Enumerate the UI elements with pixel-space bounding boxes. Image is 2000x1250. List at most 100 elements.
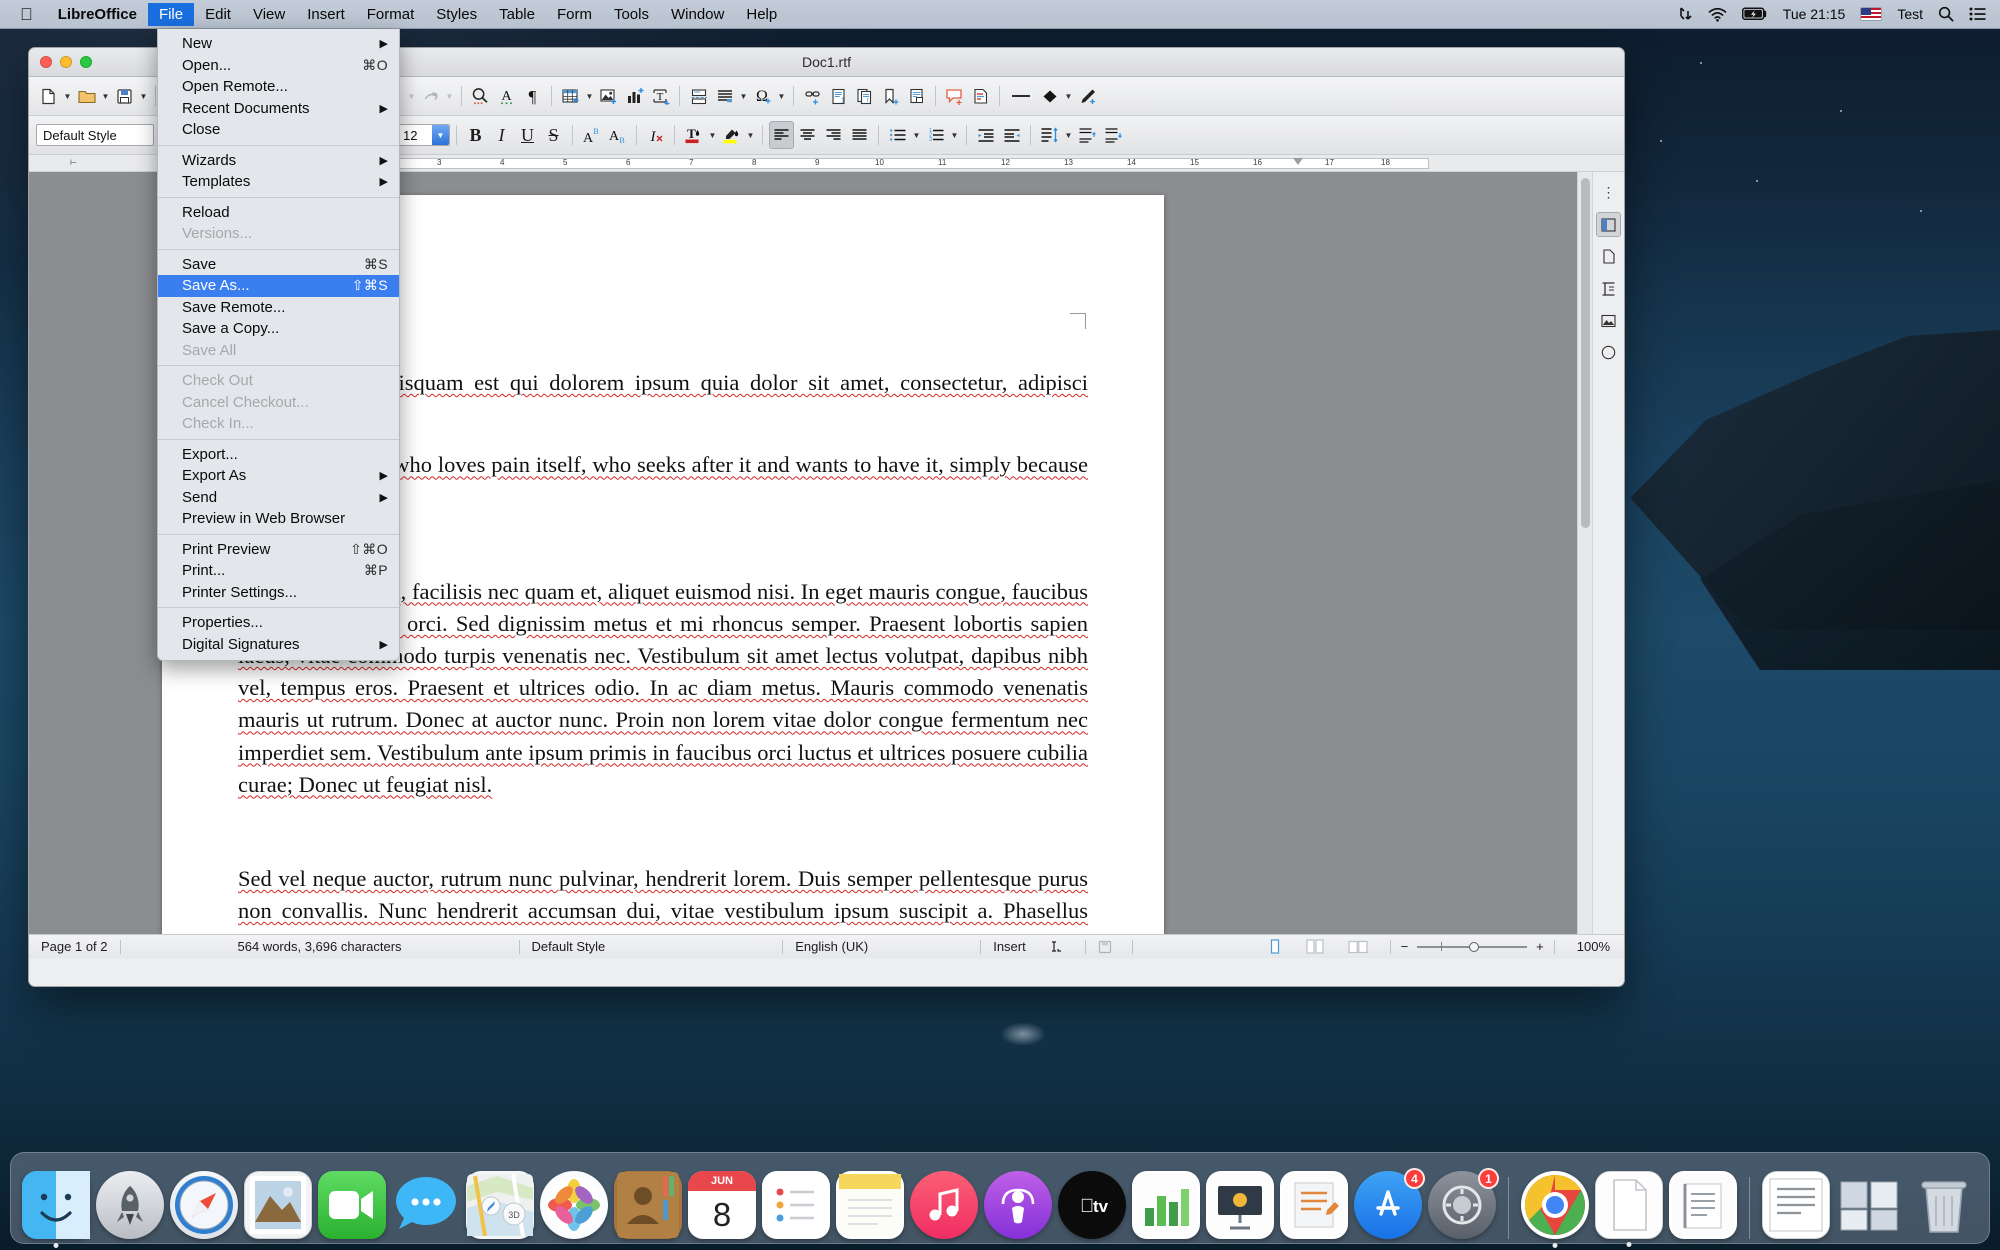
insert-field-caret[interactable]: ▼ — [738, 82, 749, 110]
menu-item-preview-in-web-browser[interactable]: Preview in Web Browser — [158, 508, 399, 530]
dock-item-appletv[interactable]: tv — [1058, 1171, 1126, 1239]
align-center-button[interactable] — [795, 121, 820, 149]
align-right-button[interactable] — [821, 121, 846, 149]
insert-table-button[interactable] — [558, 82, 583, 110]
menu-item-print-preview[interactable]: Print Preview ⇧⌘O — [158, 539, 399, 561]
menubar-item-form[interactable]: Form — [546, 3, 603, 26]
unordered-list-caret[interactable]: ▼ — [911, 121, 922, 149]
menu-item-reload[interactable]: Reload — [158, 202, 399, 224]
zoom-level[interactable]: 100% — [1565, 939, 1624, 955]
decrease-indent-button[interactable] — [999, 121, 1024, 149]
clear-formatting-button[interactable]: I — [643, 121, 668, 149]
status-word-count[interactable]: 564 words, 3,696 characters — [226, 939, 414, 955]
menu-item-open[interactable]: Open... ⌘O — [158, 55, 399, 77]
font-size-caret[interactable]: ▼ — [432, 125, 449, 145]
dock-item-music[interactable] — [910, 1171, 978, 1239]
search-icon[interactable] — [1938, 6, 1954, 22]
dock-item-podcasts[interactable] — [984, 1171, 1052, 1239]
dock-item-launchpad[interactable] — [96, 1171, 164, 1239]
insert-footnote-button[interactable]: 1 — [826, 82, 851, 110]
dock-item-contacts[interactable] — [614, 1171, 682, 1239]
undo-caret[interactable]: ▼ — [406, 82, 417, 110]
vertical-scrollbar-thumb[interactable] — [1581, 178, 1590, 528]
menubar-item-help[interactable]: Help — [735, 3, 788, 26]
menu-item-close[interactable]: Close — [158, 119, 399, 141]
highlight-color-button[interactable] — [719, 121, 744, 149]
menu-item-save[interactable]: Save ⌘S — [158, 254, 399, 276]
ordered-list-caret[interactable]: ▼ — [949, 121, 960, 149]
zoom-in-button[interactable]: + — [1536, 939, 1544, 955]
dock-item-app-store[interactable]: 4 — [1354, 1171, 1422, 1239]
dock-item-maps[interactable]: 3D — [466, 1171, 534, 1239]
font-size-combobox[interactable]: 12 ▼ — [396, 124, 450, 146]
menu-item-wizards[interactable]: Wizards ▶ — [158, 150, 399, 172]
open-document-button[interactable] — [74, 82, 99, 110]
line-spacing-caret[interactable]: ▼ — [1063, 121, 1074, 149]
menubar-item-view[interactable]: View — [242, 3, 296, 26]
menubar-app-name[interactable]: LibreOffice — [47, 3, 148, 26]
menubar-item-edit[interactable]: Edit — [194, 3, 242, 26]
align-left-button[interactable] — [769, 121, 794, 149]
dock-item-chrome[interactable] — [1521, 1171, 1589, 1239]
menubar-clock[interactable]: Tue 21:15 — [1783, 7, 1846, 21]
new-document-button[interactable] — [36, 82, 61, 110]
battery-charging-icon[interactable] — [1742, 7, 1768, 21]
menu-item-digital-signatures[interactable]: Digital Signatures ▶ — [158, 634, 399, 656]
save-document-button[interactable] — [112, 82, 137, 110]
sidebar-properties-icon[interactable] — [1596, 212, 1621, 237]
font-color-button[interactable]: T — [681, 121, 706, 149]
decrease-paragraph-spacing-button[interactable] — [1101, 121, 1126, 149]
special-character-button[interactable]: Ω — [750, 82, 775, 110]
menubar-item-styles[interactable]: Styles — [425, 3, 488, 26]
line-spacing-button[interactable] — [1037, 121, 1062, 149]
dock-item-notes[interactable] — [836, 1171, 904, 1239]
wifi-icon[interactable] — [1708, 7, 1727, 22]
menu-item-open-remote[interactable]: Open Remote... — [158, 76, 399, 98]
dock-item-documents-stack[interactable] — [1762, 1171, 1830, 1239]
spelling-button[interactable]: A — [494, 82, 519, 110]
menu-item-new[interactable]: New ▶ — [158, 33, 399, 55]
increase-indent-button[interactable] — [973, 121, 998, 149]
menu-item-export[interactable]: Export... — [158, 444, 399, 466]
single-page-view-icon[interactable] — [1256, 939, 1294, 955]
status-page-count[interactable]: Page 1 of 2 — [29, 939, 120, 955]
special-character-caret[interactable]: ▼ — [776, 82, 787, 110]
zoom-slider-knob[interactable] — [1469, 942, 1479, 952]
menubar-item-window[interactable]: Window — [660, 3, 735, 26]
menubar-item-tools[interactable]: Tools — [603, 3, 660, 26]
save-state-icon[interactable] — [1086, 939, 1124, 955]
menu-item-printer-settings[interactable]: Printer Settings... — [158, 582, 399, 604]
dock-item-keynote[interactable] — [1206, 1171, 1274, 1239]
vertical-scrollbar[interactable] — [1577, 172, 1592, 934]
sidebar-gallery-icon[interactable] — [1596, 308, 1621, 333]
dock-item-messages[interactable] — [392, 1171, 460, 1239]
menu-item-templates[interactable]: Templates ▶ — [158, 171, 399, 193]
dock-item-finder[interactable] — [22, 1171, 90, 1239]
control-center-icon[interactable] — [1969, 7, 1986, 21]
show-draw-functions-button[interactable] — [1075, 82, 1100, 110]
dock-item-libreoffice[interactable] — [1595, 1171, 1663, 1239]
insert-hyperlink-button[interactable] — [800, 82, 825, 110]
menu-item-send[interactable]: Send ▶ — [158, 487, 399, 509]
formatting-marks-button[interactable]: ¶ — [520, 82, 545, 110]
sidebar-navigator-icon[interactable] — [1596, 340, 1621, 365]
font-color-caret[interactable]: ▼ — [707, 121, 718, 149]
superscript-button[interactable]: AB — [579, 121, 604, 149]
align-justified-button[interactable] — [847, 121, 872, 149]
dock-item-system-preferences[interactable]: 1 — [1428, 1171, 1496, 1239]
dock-item-safari[interactable] — [170, 1171, 238, 1239]
dock-item-calendar[interactable]: JUN 8 — [688, 1171, 756, 1239]
underline-button[interactable]: U — [515, 121, 540, 149]
menubar-item-table[interactable]: Table — [488, 3, 546, 26]
dock-item-pages[interactable] — [1280, 1171, 1348, 1239]
insert-chart-button[interactable] — [622, 82, 647, 110]
insert-line-button[interactable] — [1006, 82, 1036, 110]
insert-cross-reference-button[interactable] — [904, 82, 929, 110]
status-insert-mode[interactable]: Insert — [981, 939, 1038, 955]
menubar-item-format[interactable]: Format — [356, 3, 426, 26]
us-flag-icon[interactable] — [1860, 7, 1882, 21]
page-break-button[interactable] — [686, 82, 711, 110]
zoom-out-button[interactable]: − — [1401, 939, 1409, 955]
insert-endnote-button[interactable]: i — [852, 82, 877, 110]
italic-button[interactable]: I — [489, 121, 514, 149]
